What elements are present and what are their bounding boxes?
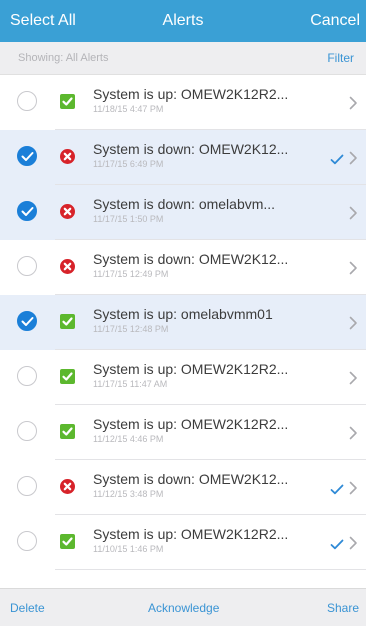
alert-timestamp: 11/12/15 4:46 PM [93,434,164,444]
alert-row[interactable]: System is up: OMEW2K12R2... 11/10/15 1:46… [0,515,366,570]
alert-title: System is down: OMEW2K12... [93,251,289,267]
alert-timestamp: 11/17/15 6:49 PM [93,159,164,169]
chevron-right-icon[interactable] [349,371,358,390]
status-up-icon [60,94,75,109]
alert-timestamp: 11/12/15 3:48 PM [93,489,164,499]
alert-timestamp: 11/18/15 4:47 PM [93,104,164,114]
alert-row[interactable]: System is up: OMEW2K12R2... 11/12/15 4:46… [0,405,366,460]
alert-timestamp: 11/17/15 11:47 AM [93,379,168,389]
alert-list: System is up: OMEW2K12R2... 11/18/15 4:47… [0,75,366,570]
chevron-right-icon[interactable] [349,96,358,115]
status-up-icon [60,314,75,329]
status-up-icon [60,369,75,384]
alert-row[interactable]: System is up: OMEW2K12R2... 11/18/15 4:47… [0,75,366,130]
chevron-right-icon[interactable] [349,316,358,335]
selection-checked-icon[interactable] [17,311,37,331]
acknowledged-check-icon [330,482,344,500]
delete-button[interactable]: Delete [10,601,45,615]
alert-row[interactable]: System is up: OMEW2K12R2... 11/17/15 11:4… [0,350,366,405]
status-down-icon [60,149,75,164]
chevron-right-icon[interactable] [349,426,358,445]
alert-timestamp: 11/10/15 1:46 PM [93,544,164,554]
alert-row[interactable]: System is down: OMEW2K12... 11/12/15 3:48… [0,460,366,515]
status-up-icon [60,424,75,439]
toolbar: Delete Acknowledge Share [0,588,366,626]
selection-circle-icon[interactable] [17,256,37,276]
status-down-icon [60,204,75,219]
acknowledged-check-icon [330,537,344,555]
alert-title: System is up: omelabvmm01 [93,306,273,322]
showing-label: Showing: All Alerts [18,52,109,64]
page-title: Alerts [162,12,204,29]
nav-bar: Select All Alerts Cancel [0,0,366,42]
selection-circle-icon[interactable] [17,366,37,386]
select-all-button[interactable]: Select All [10,11,76,31]
alert-row[interactable]: System is down: OMEW2K12... 11/17/15 12:4… [0,240,366,295]
chevron-right-icon[interactable] [349,206,358,225]
alert-title: System is down: OMEW2K12... [93,471,289,487]
status-down-icon [60,259,75,274]
selection-checked-icon[interactable] [17,146,37,166]
chevron-right-icon[interactable] [349,481,358,500]
alert-timestamp: 11/17/15 1:50 PM [93,214,164,224]
alert-title: System is up: OMEW2K12R2... [93,86,289,102]
share-button[interactable]: Share [327,601,359,615]
alert-row[interactable]: System is down: omelabvm... 11/17/15 1:50… [0,185,366,240]
alert-title: System is down: omelabvm... [93,196,276,212]
selection-circle-icon[interactable] [17,476,37,496]
selection-circle-icon[interactable] [17,421,37,441]
status-down-icon [60,479,75,494]
selection-circle-icon[interactable] [17,91,37,111]
alert-title: System is up: OMEW2K12R2... [93,361,289,377]
chevron-right-icon[interactable] [349,151,358,170]
alert-timestamp: 11/17/15 12:49 PM [93,269,169,279]
acknowledged-check-icon [330,152,344,170]
cancel-button[interactable]: Cancel [310,11,360,31]
alert-timestamp: 11/17/15 12:48 PM [93,324,169,334]
alert-title: System is up: OMEW2K12R2... [93,526,289,542]
alert-title: System is down: OMEW2K12... [93,141,289,157]
selection-checked-icon[interactable] [17,201,37,221]
alert-row[interactable]: System is up: omelabvmm01 11/17/15 12:48 … [0,295,366,350]
chevron-right-icon[interactable] [349,536,358,555]
filter-bar: Showing: All Alerts Filter [0,42,366,75]
row-divider [55,569,366,570]
selection-circle-icon[interactable] [17,531,37,551]
alert-row[interactable]: System is down: OMEW2K12... 11/17/15 6:49… [0,130,366,185]
filter-button[interactable]: Filter [327,51,354,65]
acknowledge-button[interactable]: Acknowledge [148,601,219,615]
chevron-right-icon[interactable] [349,261,358,280]
alert-title: System is up: OMEW2K12R2... [93,416,289,432]
status-up-icon [60,534,75,549]
